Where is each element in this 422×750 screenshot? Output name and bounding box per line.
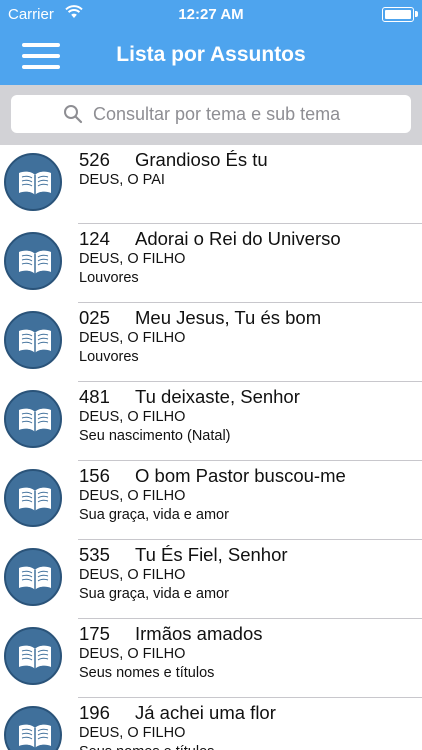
hymn-number: 175 [79,623,110,644]
hymn-title: Irmãos amados [135,623,263,644]
hymn-heading: 526 Grandioso És tu [79,149,268,171]
hymn-number: 124 [79,228,110,249]
hymn-topic: DEUS, O FILHO [79,251,186,267]
hymn-title: Tu És Fiel, Senhor [135,544,288,565]
hymn-title: Grandioso És tu [135,149,268,170]
book-icon [4,311,62,369]
list-item[interactable]: 175 Irmãos amados DEUS, O FILHO Seus nome… [0,619,422,698]
hymn-subtopic: Seus nomes e títulos [79,665,215,681]
hymn-topic: DEUS, O FILHO [79,330,186,346]
hymn-heading: 196 Já achei uma flor [79,702,276,724]
hymn-topic: DEUS, O FILHO [79,725,186,741]
list-item[interactable]: 196 Já achei uma flor DEUS, O FILHO Seus … [0,698,422,750]
hymn-subtopic: Louvores [79,270,139,286]
hymn-topic: DEUS, O FILHO [79,409,186,425]
hymn-number: 196 [79,702,110,723]
book-icon [4,153,62,211]
list-item[interactable]: 025 Meu Jesus, Tu és bom DEUS, O FILHO Lo… [0,303,422,382]
hymn-subtopic: Seus nomes e títulos [79,744,214,750]
hymn-subtopic: Sua graça, vida e amor [79,586,229,602]
book-icon [4,548,62,606]
list-item[interactable]: 481 Tu deixaste, Senhor DEUS, O FILHO Seu… [0,382,422,461]
hymn-heading: 175 Irmãos amados [79,623,263,645]
list-item[interactable]: 124 Adorai o Rei do Universo DEUS, O FILH… [0,224,422,303]
book-icon [4,232,62,290]
book-icon [4,469,62,527]
search-icon [64,105,83,124]
hymn-title: Tu deixaste, Senhor [135,386,300,407]
hymn-topic: DEUS, O FILHO [79,567,186,583]
hymn-heading: 124 Adorai o Rei do Universo [79,228,341,250]
book-icon [4,706,62,750]
hymn-subtopic: Louvores [79,349,139,365]
header: Carrier 12:27 AM Lista por Assuntos [0,0,422,85]
hymn-number: 535 [79,544,110,565]
battery-icon [382,7,418,22]
hymn-heading: 481 Tu deixaste, Senhor [79,386,300,408]
page-title: Lista por Assuntos [116,43,306,66]
list-item[interactable]: 156 O bom Pastor buscou-me DEUS, O FILHO … [0,461,422,540]
hymn-title: Meu Jesus, Tu és bom [135,307,322,328]
hymn-number: 481 [79,386,110,407]
hymn-topic: DEUS, O FILHO [79,488,186,504]
hymn-number: 156 [79,465,110,486]
hymn-heading: 535 Tu És Fiel, Senhor [79,544,288,566]
hymn-title: O bom Pastor buscou-me [135,465,346,486]
book-icon [4,390,62,448]
hymn-title: Adorai o Rei do Universo [135,228,341,249]
hymn-subtopic: Seu nascimento (Natal) [79,428,231,444]
hymn-topic: DEUS, O PAI [79,172,165,188]
hymn-list: 526 Grandioso És tu DEUS, O PAI 124 Adorai… [0,145,422,750]
list-item[interactable]: 526 Grandioso És tu DEUS, O PAI [0,145,422,224]
search-bar: Consultar por tema e sub tema [0,85,422,145]
hymn-heading: 025 Meu Jesus, Tu és bom [79,307,321,329]
list-item[interactable]: 535 Tu És Fiel, Senhor DEUS, O FILHO Sua … [0,540,422,619]
book-icon [4,627,62,685]
hymn-heading: 156 O bom Pastor buscou-me [79,465,346,487]
clock: 12:27 AM [178,6,244,23]
hymn-number: 526 [79,149,110,170]
status-bar: Carrier 12:27 AM [0,0,422,30]
hymn-subtopic: Sua graça, vida e amor [79,507,229,523]
hymn-topic: DEUS, O FILHO [79,646,186,662]
hymn-number: 025 [79,307,110,328]
search-placeholder: Consultar por tema e sub tema [93,104,341,124]
search-input[interactable]: Consultar por tema e sub tema [11,95,411,133]
hymn-title: Já achei uma flor [135,702,276,723]
